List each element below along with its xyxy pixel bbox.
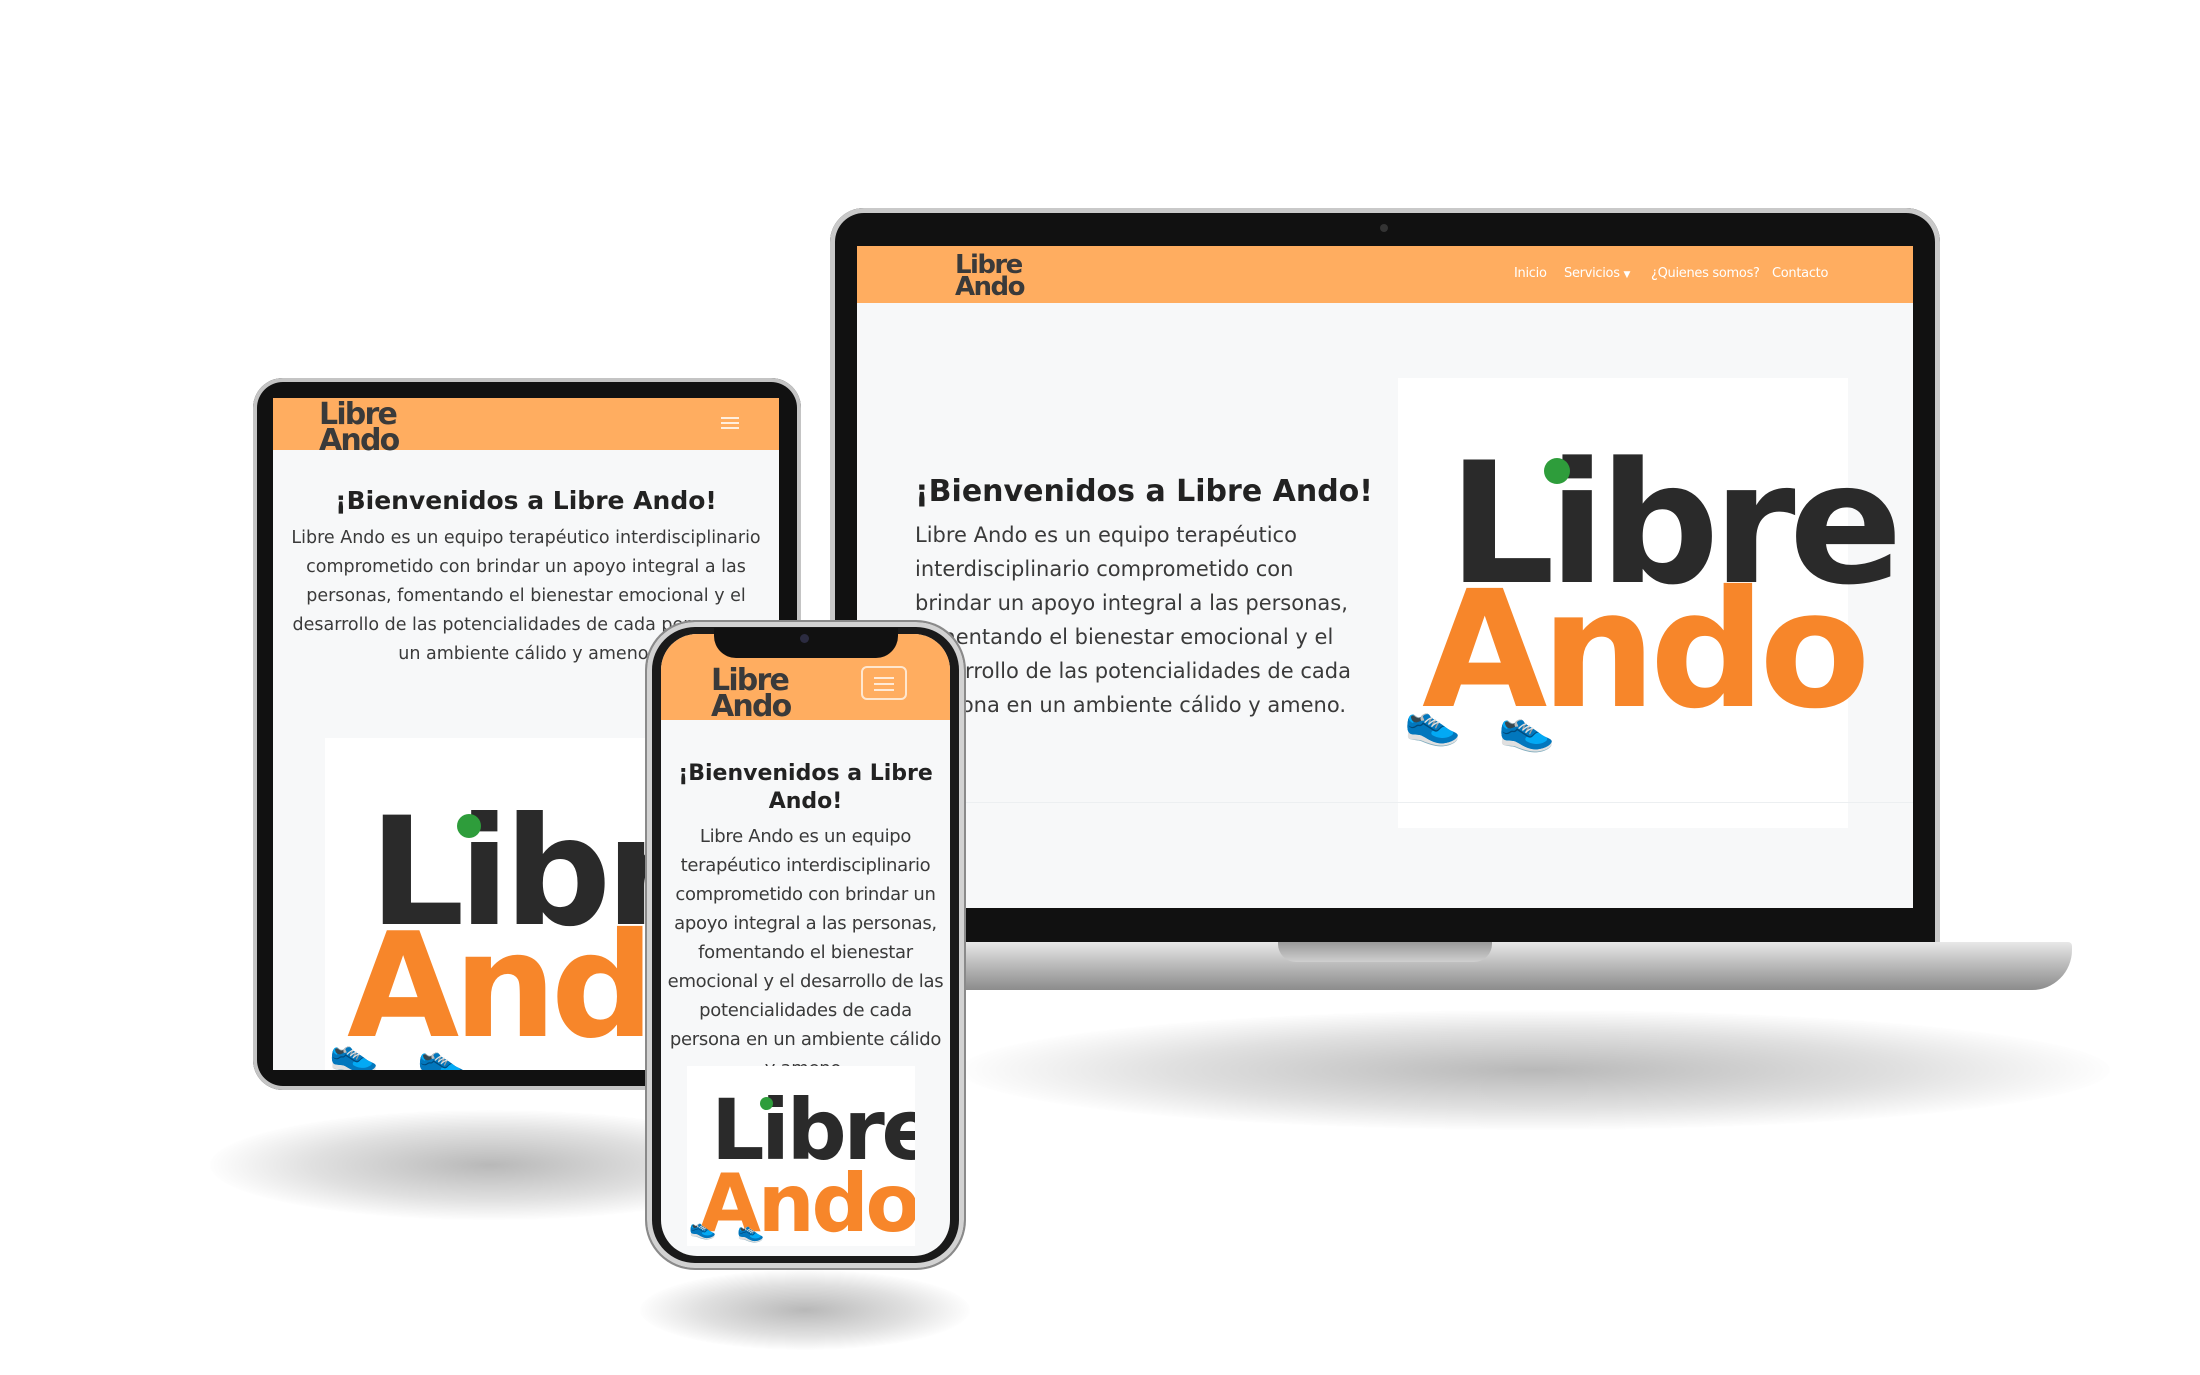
hamburger-menu-icon[interactable] [721, 414, 739, 430]
navbar-logo-line2: Ando [711, 688, 792, 724]
sneaker-icon-2: 👟 [1498, 700, 1556, 754]
phone-shadow [640, 1270, 970, 1350]
nav-item-servicios-label: Servicios [1564, 266, 1620, 281]
hero-text: Libre Ando es un equipo terapéutico inte… [915, 523, 1351, 717]
navbar-logo[interactable]: Libre Ando [319, 400, 400, 458]
navbar-logo-line2: Ando [319, 422, 400, 458]
sneaker-icon-2: 👟 [737, 1219, 765, 1244]
navbar-logo[interactable]: Libre Ando [955, 252, 1025, 303]
sneaker-icon: 👟 [689, 1216, 717, 1241]
hero-title: ¡Bienvenidos a Libre Ando! [915, 474, 1373, 509]
section-divider [915, 802, 1913, 803]
hamburger-menu-icon[interactable] [861, 666, 907, 700]
navbar: Libre Ando [273, 398, 779, 458]
hero-text: Libre Ando es un equipo terapéutico inte… [667, 826, 944, 1079]
laptop-shadow [960, 1010, 2110, 1130]
laptop-notch [1278, 942, 1492, 962]
phone-notch [714, 628, 898, 658]
logo-word-ando: Ando [699, 1157, 915, 1246]
hero-title: ¡Bienvenidos a Libre Ando! [678, 761, 933, 814]
nav-item-servicios[interactable]: Servicios ▼ [1564, 266, 1630, 281]
logo-green-dot [457, 814, 481, 838]
laptop-screen: Libre Ando Inicio Servicios ▼ ¿Quienes s… [857, 246, 1913, 908]
hero-title: ¡Bienvenidos a Libre Ando! [335, 486, 717, 515]
nav-item-contacto[interactable]: Contacto [1772, 266, 1828, 281]
caret-down-icon: ▼ [1623, 270, 1631, 280]
sneaker-icon-2: 👟 [417, 1037, 467, 1070]
logo-green-dot [760, 1097, 773, 1110]
nav-item-quienes-somos[interactable]: ¿Quienes somos? [1651, 266, 1760, 281]
logo-word-ando: Ando [1422, 557, 1871, 745]
navbar: Libre Ando Inicio Servicios ▼ ¿Quienes s… [857, 246, 1913, 303]
logo-green-dot [1544, 458, 1570, 484]
navbar-logo[interactable]: Libre Ando [711, 666, 792, 724]
phone-camera [800, 634, 809, 643]
libre-ando-logo: Libre Ando 👟 👟 [1398, 378, 1903, 828]
hero-logo-image: Libre Ando 👟 👟 [687, 1066, 915, 1246]
sneaker-icon: 👟 [1404, 694, 1462, 748]
navbar-logo-line2: Ando [955, 272, 1025, 303]
laptop-camera [1380, 224, 1388, 232]
libre-ando-logo: Libre Ando 👟 👟 [687, 1066, 915, 1246]
phone-screen: Libre Ando ¡Bienvenidos a Libre Ando! Li… [661, 634, 950, 1256]
nav-item-inicio[interactable]: Inicio [1514, 266, 1547, 281]
hero-logo-image: Libre Ando 👟 👟 [1398, 378, 1903, 828]
sneaker-icon: 👟 [329, 1031, 379, 1070]
